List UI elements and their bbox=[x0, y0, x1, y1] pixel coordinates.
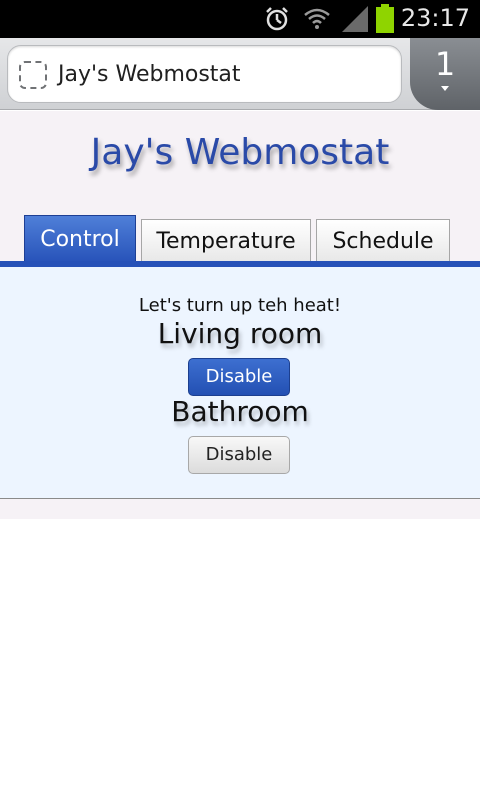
tab-temperature[interactable]: Temperature bbox=[141, 219, 311, 265]
disable-living-room-button[interactable]: Disable bbox=[188, 358, 290, 396]
room-name-living-room: Living room bbox=[157, 317, 323, 350]
control-panel: Let's turn up teh heat! Living room Disa… bbox=[0, 267, 480, 499]
clock: 23:17 bbox=[400, 4, 470, 32]
alarm-icon bbox=[262, 4, 292, 38]
url-text: Jay's Webmostat bbox=[58, 62, 241, 87]
tab-switcher-button[interactable]: 1 bbox=[410, 38, 480, 110]
room-name-bathroom: Bathroom bbox=[171, 395, 309, 428]
battery-icon bbox=[375, 4, 395, 38]
url-bar[interactable]: Jay's Webmostat bbox=[7, 45, 402, 103]
disable-bathroom-button[interactable]: Disable bbox=[188, 436, 290, 474]
tab-schedule[interactable]: Schedule bbox=[316, 219, 450, 265]
tab-count: 1 bbox=[434, 45, 456, 83]
wifi-icon bbox=[302, 4, 332, 38]
web-page: Jay's Webmostat Control Temperature Sche… bbox=[0, 111, 480, 519]
tab-bar: Control Temperature Schedule bbox=[0, 215, 480, 265]
browser-toolbar: Jay's Webmostat 1 bbox=[0, 38, 480, 110]
tab-control[interactable]: Control bbox=[24, 215, 136, 265]
caret-down-icon bbox=[441, 86, 449, 91]
intro-text: Let's turn up teh heat! bbox=[138, 295, 342, 316]
favicon-placeholder-icon bbox=[19, 61, 47, 89]
signal-icon bbox=[340, 4, 370, 38]
status-bar: 23:17 bbox=[0, 0, 480, 38]
page-title: Jay's Webmostat bbox=[90, 132, 390, 173]
